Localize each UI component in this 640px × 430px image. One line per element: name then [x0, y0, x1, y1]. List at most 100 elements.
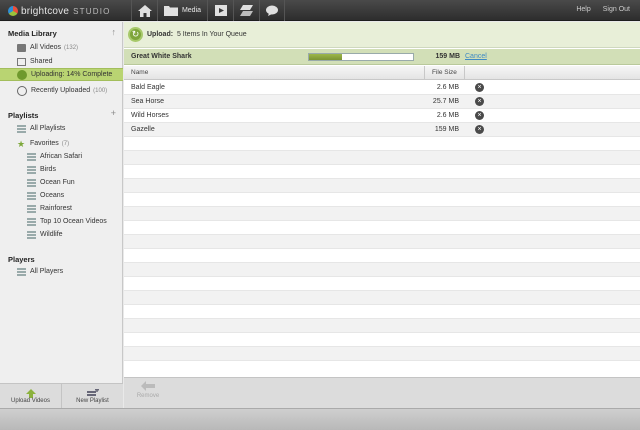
- help-link[interactable]: Help: [576, 6, 590, 13]
- sidebar-item-playlist[interactable]: Top 10 Ocean Videos: [0, 215, 123, 228]
- sidebar-item-label: Rainforest: [40, 205, 72, 212]
- stack-icon: [240, 5, 253, 16]
- sidebar-item-favorites[interactable]: ★ Favorites (7): [0, 137, 123, 150]
- remove-button[interactable]: Remove: [132, 381, 164, 399]
- sidebar-item-all-videos[interactable]: All Videos (132): [0, 41, 123, 54]
- sidebar-item-label: Uploading: 14% Complete: [31, 71, 113, 78]
- clock-check-icon: [17, 85, 27, 96]
- row-file-size: 2.6 MB: [436, 112, 459, 119]
- column-divider[interactable]: [464, 66, 465, 80]
- sidebar-item-label: Recently Uploaded: [31, 87, 91, 94]
- playlists-title: Playlists: [8, 111, 39, 120]
- media-library-title: Media Library: [8, 29, 57, 38]
- sidebar-item-count: (7): [61, 140, 70, 147]
- current-upload-size: 159 MB: [435, 53, 460, 60]
- sidebar: Media Library ↑ All Videos (132) Shared …: [0, 22, 123, 408]
- remove-item-icon[interactable]: ×: [475, 125, 484, 134]
- playlist-icon: [27, 204, 36, 213]
- queue-count-text: 5 Items In Your Queue: [176, 31, 247, 38]
- column-header-file-size[interactable]: File Size: [432, 69, 457, 76]
- queue-prefix: Upload:: [147, 31, 174, 38]
- sidebar-item-label: Shared: [30, 58, 53, 65]
- nav-media-label: Media: [181, 7, 202, 14]
- current-upload-row: Great White Shark 159 MB Cancel: [124, 49, 640, 65]
- playlist-icon: [17, 124, 26, 133]
- empty-row: [124, 151, 640, 165]
- star-icon: ★: [17, 138, 26, 149]
- row-name: Bald Eagle: [131, 84, 165, 91]
- nav-player[interactable]: [207, 0, 233, 21]
- upload-videos-button[interactable]: Upload Videos: [0, 384, 62, 408]
- table-row[interactable]: Sea Horse 25.7 MB ×: [124, 95, 640, 109]
- column-header-name[interactable]: Name: [131, 69, 148, 76]
- main-nav: Media: [131, 0, 285, 21]
- chat-bubble-icon: [266, 5, 278, 16]
- playlist-icon: [27, 152, 36, 161]
- playlist-icon: [27, 230, 36, 239]
- upload-videos-label: Upload Videos: [11, 397, 50, 404]
- table-row[interactable]: Gazelle 159 MB ×: [124, 123, 640, 137]
- cancel-upload-link[interactable]: Cancel: [465, 53, 487, 60]
- sidebar-item-playlist[interactable]: Oceans: [0, 189, 123, 202]
- brightcove-logo[interactable]: brightcove STUDIO: [8, 5, 111, 17]
- add-playlist-icon[interactable]: +: [111, 108, 116, 118]
- row-file-size: 159 MB: [434, 126, 459, 133]
- empty-row: [124, 179, 640, 193]
- empty-row: [124, 193, 640, 207]
- remove-arrow-icon: [141, 381, 155, 391]
- brand-product: STUDIO: [73, 6, 111, 16]
- playlist-icon: [27, 191, 36, 200]
- column-divider[interactable]: [424, 66, 425, 80]
- remove-item-icon[interactable]: ×: [475, 97, 484, 106]
- queue-table-body: Bald Eagle 2.6 MB × Sea Horse 25.7 MB × Wild H…: [124, 81, 640, 361]
- player-list-icon: [17, 267, 26, 276]
- sidebar-toolbar: Upload Videos New Playlist: [0, 383, 123, 408]
- current-upload-name: Great White Shark: [131, 53, 192, 60]
- upload-arrow-icon: [25, 388, 36, 398]
- sidebar-item-shared[interactable]: Shared: [0, 55, 123, 68]
- upload-progress-icon: [17, 69, 27, 80]
- collapse-arrow-icon[interactable]: ↑: [112, 27, 117, 37]
- table-header: Name File Size: [124, 66, 640, 80]
- playlist-icon: [27, 165, 36, 174]
- empty-row: [124, 249, 640, 263]
- sidebar-item-label: Oceans: [40, 192, 65, 199]
- brand-name: brightcove: [21, 5, 70, 17]
- empty-row: [124, 319, 640, 333]
- empty-row: [124, 333, 640, 347]
- nav-publishing[interactable]: [233, 0, 259, 21]
- sidebar-item-all-playlists[interactable]: All Playlists: [0, 122, 123, 135]
- nav-media[interactable]: Media: [157, 0, 207, 21]
- sidebar-item-uploading[interactable]: Uploading: 14% Complete: [0, 68, 123, 81]
- table-row[interactable]: Bald Eagle 2.6 MB ×: [124, 81, 640, 95]
- sidebar-item-label: Wildlife: [40, 231, 63, 238]
- sidebar-item-label: All Playlists: [30, 125, 66, 132]
- nav-home[interactable]: [131, 0, 157, 21]
- sidebar-item-all-players[interactable]: All Players: [0, 265, 123, 278]
- sidebar-item-playlist[interactable]: Birds: [0, 163, 123, 176]
- new-playlist-button[interactable]: New Playlist: [62, 384, 123, 408]
- nav-messages[interactable]: [259, 0, 285, 21]
- sidebar-item-playlist[interactable]: Rainforest: [0, 202, 123, 215]
- table-row[interactable]: Wild Horses 2.6 MB ×: [124, 109, 640, 123]
- sidebar-item-playlist[interactable]: Wildlife: [0, 228, 123, 241]
- empty-row: [124, 347, 640, 361]
- sign-out-link[interactable]: Sign Out: [603, 6, 630, 13]
- remove-item-icon[interactable]: ×: [475, 83, 484, 92]
- playlist-icon: [27, 178, 36, 187]
- sidebar-item-label: Top 10 Ocean Videos: [40, 218, 107, 225]
- row-name: Gazelle: [131, 126, 155, 133]
- sidebar-item-playlist[interactable]: Ocean Fun: [0, 176, 123, 189]
- sidebar-item-playlist[interactable]: African Safari: [0, 150, 123, 163]
- folder-icon: [163, 6, 178, 16]
- remove-item-icon[interactable]: ×: [475, 111, 484, 120]
- empty-row: [124, 235, 640, 249]
- sidebar-item-label: Ocean Fun: [40, 179, 75, 186]
- home-icon: [137, 4, 152, 17]
- row-name: Sea Horse: [131, 98, 165, 105]
- empty-row: [124, 263, 640, 277]
- empty-row: [124, 207, 640, 221]
- row-name: Wild Horses: [131, 112, 169, 119]
- sidebar-item-label: African Safari: [40, 153, 83, 160]
- sidebar-item-recently-uploaded[interactable]: Recently Uploaded (100): [0, 84, 123, 97]
